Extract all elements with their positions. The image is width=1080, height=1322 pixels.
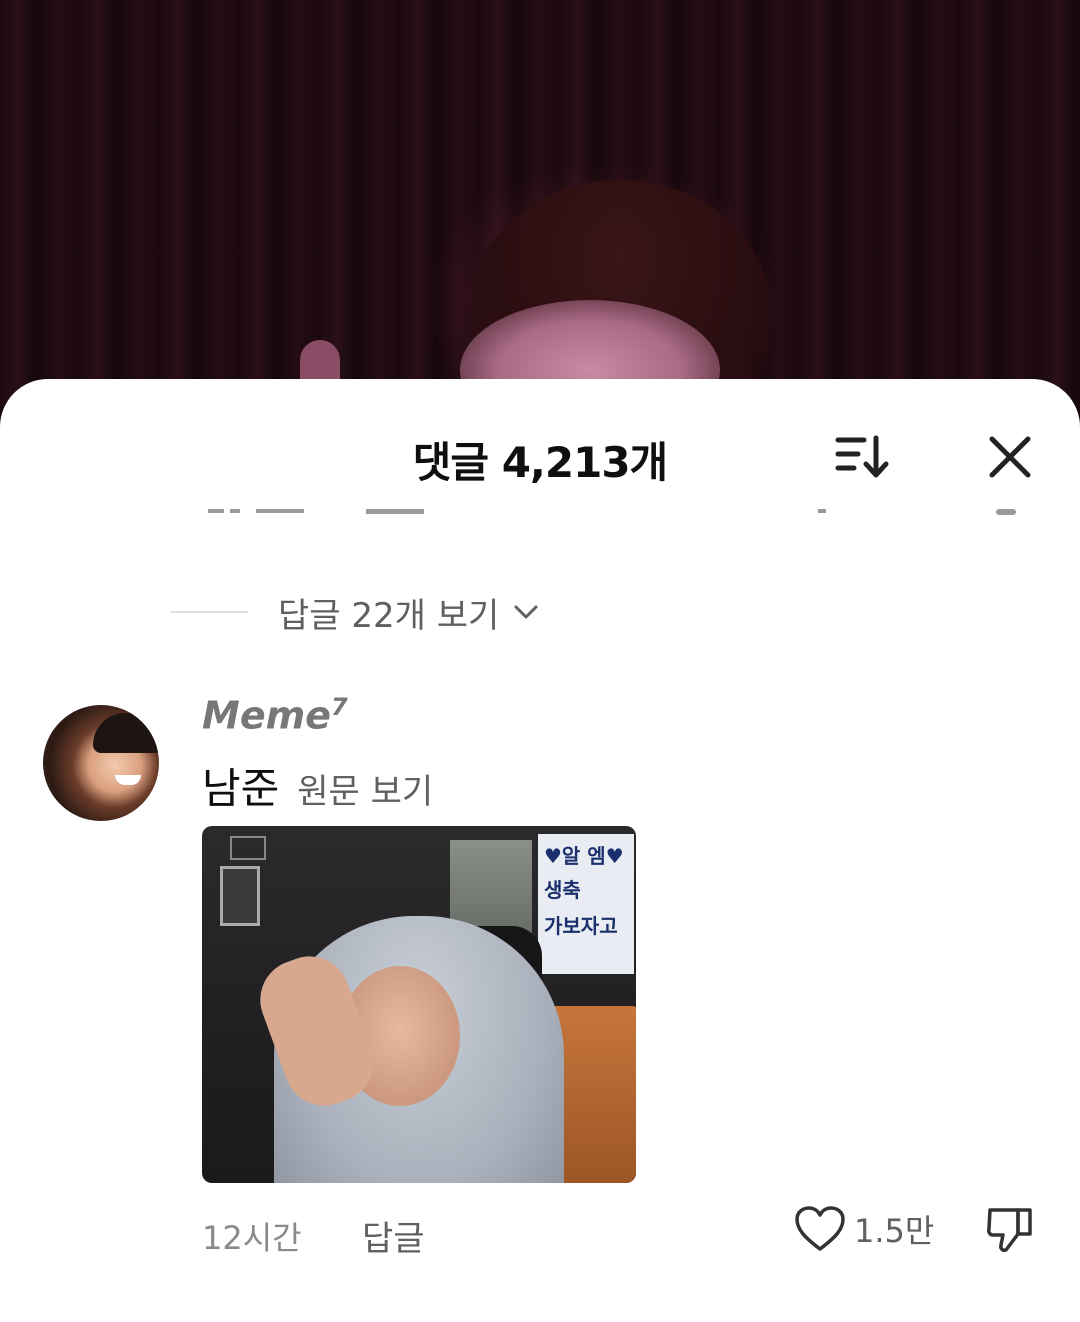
image-sign: ♥알 엠♥ 생축 가보자고 bbox=[538, 834, 634, 974]
close-icon bbox=[989, 436, 1031, 478]
thumbs-down-icon bbox=[987, 1208, 1032, 1252]
sort-icon bbox=[835, 435, 889, 478]
reply-button[interactable]: 답글 bbox=[362, 1211, 425, 1260]
comment-time: 12시간 bbox=[202, 1219, 302, 1257]
sign-line-3: 가보자고 bbox=[544, 914, 618, 938]
sign-line-1: ♥알 엠♥ bbox=[544, 844, 624, 868]
comments-title: 댓글 4,213개 bbox=[412, 438, 668, 487]
like-button[interactable]: 1.5만 bbox=[794, 1199, 934, 1259]
heart-icon bbox=[795, 1206, 845, 1251]
sign-line-2: 생축 bbox=[544, 878, 581, 902]
comments-sheet: 댓글 4,213개 답글 22개 보기 Meme7 남준 원문 보기 ♥알 엠♥… bbox=[0, 379, 1080, 1322]
author-superscript: 7 bbox=[330, 693, 348, 721]
comment-text: 남준 bbox=[202, 764, 280, 813]
comment-body: 남준 원문 보기 bbox=[202, 755, 433, 816]
previous-comment-footer-clipped bbox=[0, 509, 1080, 525]
comment-actions: 12시간 답글 1.5만 bbox=[0, 1199, 1080, 1269]
replies-divider bbox=[170, 611, 248, 613]
comments-header: 댓글 4,213개 bbox=[0, 379, 1080, 519]
view-replies-button[interactable]: 답글 22개 보기 bbox=[170, 587, 539, 637]
author-name: Meme bbox=[202, 693, 331, 738]
avatar[interactable] bbox=[43, 705, 159, 821]
view-original-button[interactable]: 원문 보기 bbox=[297, 764, 433, 813]
comment-author[interactable]: Meme7 bbox=[202, 693, 348, 738]
like-count: 1.5만 bbox=[854, 1212, 935, 1250]
sort-button[interactable] bbox=[826, 427, 900, 487]
close-button[interactable] bbox=[978, 427, 1042, 487]
video-player[interactable] bbox=[0, 0, 1080, 420]
comment-image[interactable]: ♥알 엠♥ 생축 가보자고 bbox=[202, 826, 636, 1183]
view-replies-label: 답글 22개 보기 bbox=[278, 595, 500, 636]
chevron-down-icon bbox=[513, 603, 539, 621]
dislike-button[interactable] bbox=[978, 1199, 1042, 1259]
